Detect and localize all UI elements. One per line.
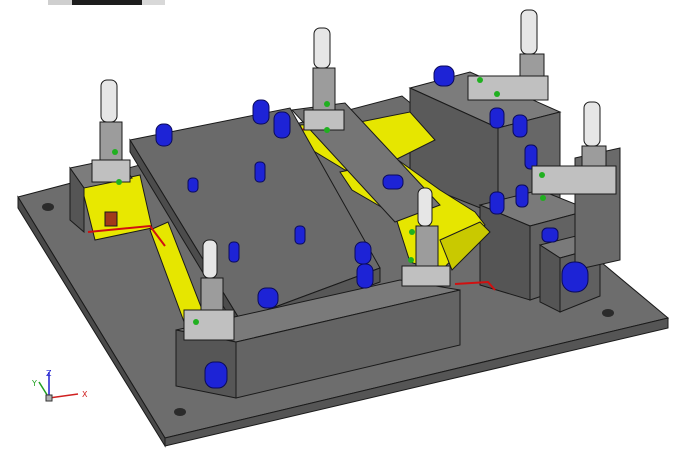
axis-triad-icon: X Z Y — [31, 369, 88, 402]
clamp-rear — [467, 9, 549, 101]
fixture-model[interactable]: X Z Y — [0, 0, 673, 449]
clamp-mid — [303, 27, 345, 133]
cad-viewport[interactable]: X Z Y — [0, 0, 673, 449]
axis-y-label: Y — [31, 379, 37, 388]
axis-x-label: X — [82, 390, 88, 399]
axis-z-label: Z — [46, 369, 52, 378]
